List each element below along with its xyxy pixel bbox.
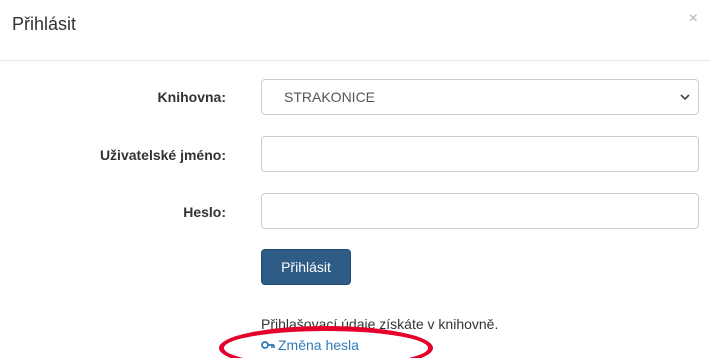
username-input[interactable] xyxy=(261,136,699,172)
library-select[interactable]: STRAKONICE xyxy=(261,79,699,115)
modal-header: Přihlásit × xyxy=(0,0,710,61)
chevron-down-icon xyxy=(680,94,690,101)
key-icon xyxy=(261,341,275,349)
password-label: Heslo: xyxy=(183,204,226,220)
login-button[interactable]: Přihlásit xyxy=(261,249,351,285)
password-input[interactable] xyxy=(261,193,699,229)
library-label: Knihovna: xyxy=(157,89,226,105)
username-label: Uživatelské jméno: xyxy=(99,147,226,163)
library-select-value: STRAKONICE xyxy=(284,89,376,105)
modal-title: Přihlásit xyxy=(12,14,77,34)
login-modal: Přihlásit × Knihovna: STRAKONICE Uživate… xyxy=(0,0,710,358)
close-icon[interactable]: × xyxy=(689,10,698,28)
change-password-label: Změna hesla xyxy=(278,337,359,353)
login-hint: Přihlašovací údaje získáte v knihovně. xyxy=(261,316,499,332)
change-password-link[interactable]: Změna hesla xyxy=(261,337,359,353)
